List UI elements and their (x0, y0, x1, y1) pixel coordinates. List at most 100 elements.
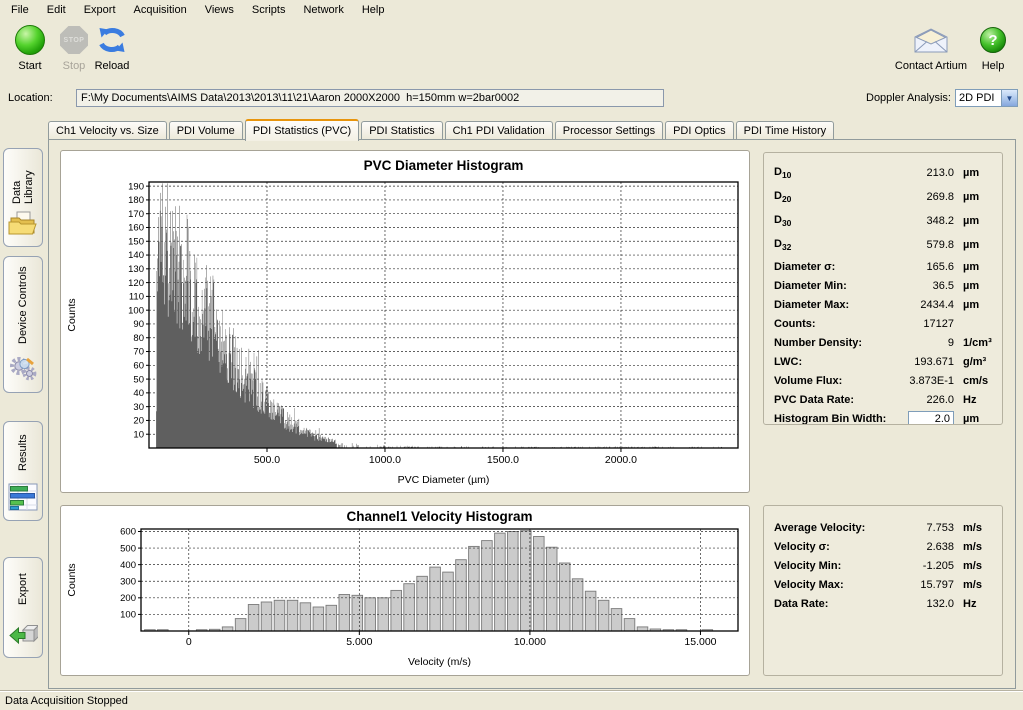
menu-item-scripts[interactable]: Scripts (243, 2, 295, 18)
sidebar-item-label: Results (17, 422, 29, 483)
doppler-analysis-value: 2D PDI (956, 92, 1001, 104)
chevron-down-icon[interactable]: ▼ (1001, 90, 1017, 106)
envelope-icon (913, 27, 949, 54)
stat-value: 9 (892, 337, 954, 349)
tab-pdi-volume[interactable]: PDI Volume (169, 121, 243, 140)
stat-unit: m/s (954, 522, 994, 534)
svg-text:70: 70 (133, 347, 144, 358)
stats-row: D20269.8µm (774, 185, 994, 209)
stat-value: 2.638 (892, 541, 954, 553)
stat-unit: µm (954, 261, 994, 273)
stat-label: Number Density: (774, 337, 892, 349)
stats-row: Velocity Max:15.797m/s (774, 575, 994, 594)
svg-text:100: 100 (120, 610, 136, 621)
location-input[interactable] (76, 89, 664, 107)
sidebar-item-device-controls[interactable]: Device Controls (3, 256, 43, 393)
tab-ch1-velocity-vs-size[interactable]: Ch1 Velocity vs. Size (48, 121, 167, 140)
sidebar-item-export[interactable]: Export (3, 557, 43, 658)
stats-row: Velocity Min:-1.205m/s (774, 556, 994, 575)
help-button[interactable]: ? Help (973, 23, 1013, 72)
stats-row: Diameter Min:36.5µm (774, 276, 994, 295)
stats-row: Average Velocity:7.753m/s (774, 518, 994, 537)
svg-text:20: 20 (133, 416, 144, 427)
sidebar-item-label: Export (17, 558, 29, 621)
tab-strip: Ch1 Velocity vs. SizePDI VolumePDI Stati… (48, 118, 1017, 140)
stat-label: Diameter Max: (774, 299, 892, 311)
svg-text:2000.0: 2000.0 (605, 454, 637, 466)
stat-value: 17127 (892, 318, 954, 330)
stat-label: LWC: (774, 356, 892, 368)
stat-unit: Hz (954, 394, 994, 406)
menu-item-edit[interactable]: Edit (38, 2, 75, 18)
stat-value: 269.8 (892, 191, 954, 203)
stat-label: Counts: (774, 318, 892, 330)
stat-label: Data Rate: (774, 598, 892, 610)
stat-label: Velocity Max: (774, 579, 892, 591)
svg-text:600: 600 (120, 527, 136, 538)
stats-row: Velocity σ:2.638m/s (774, 537, 994, 556)
stat-unit: µm (954, 191, 994, 203)
svg-text:PVC Diameter (µm): PVC Diameter (µm) (398, 474, 490, 486)
menu-item-acquisition[interactable]: Acquisition (125, 2, 196, 18)
stats-row: Data Rate:132.0Hz (774, 594, 994, 613)
stat-label: D20 (774, 190, 892, 204)
tab-pdi-time-history[interactable]: PDI Time History (736, 121, 835, 140)
svg-text:110: 110 (129, 292, 144, 303)
start-button[interactable]: Start (6, 23, 54, 72)
svg-text:150: 150 (128, 236, 144, 247)
histogram-bin-width-input[interactable] (908, 411, 954, 426)
tab-processor-settings[interactable]: Processor Settings (555, 121, 663, 140)
reload-icon (96, 25, 128, 55)
stats-row: Volume Flux:3.873E-1cm/s (774, 371, 994, 390)
app-window: FileEditExportAcquisitionViewsScriptsNet… (0, 0, 1023, 710)
sidebar-item-data-library[interactable]: Data Library (3, 148, 43, 247)
menu-item-file[interactable]: File (2, 2, 38, 18)
stat-value: 36.5 (892, 280, 954, 292)
svg-text:Channel1 Velocity Histogram: Channel1 Velocity Histogram (346, 509, 532, 524)
stat-unit: m/s (954, 541, 994, 553)
svg-text:500: 500 (120, 543, 136, 554)
folder-icon (8, 210, 38, 240)
svg-text:500.0: 500.0 (254, 454, 280, 466)
tab-pdi-statistics-pvc[interactable]: PDI Statistics (PVC) (245, 119, 359, 141)
stop-icon: STOP (60, 26, 88, 54)
stat-value: 213.0 (892, 167, 954, 179)
svg-text:200: 200 (120, 593, 136, 604)
sidebar-item-results[interactable]: Results (3, 421, 43, 521)
stat-value: 7.753 (892, 522, 954, 534)
tab-ch1-pdi-validation[interactable]: Ch1 PDI Validation (445, 121, 553, 140)
pvc-diameter-histogram-chart: 1020304050607080901001101201301401501601… (61, 151, 749, 492)
velocity-histogram-chart: 10020030040050060005.00010.00015.000Chan… (61, 506, 749, 675)
bar-chart-icon (8, 483, 38, 514)
menu-item-views[interactable]: Views (196, 2, 243, 18)
stat-value: -1.205 (892, 560, 954, 572)
menu-item-network[interactable]: Network (294, 2, 352, 18)
svg-text:140: 140 (128, 250, 144, 261)
contact-artium-button[interactable]: Contact Artium (892, 23, 970, 72)
doppler-analysis-select[interactable]: 2D PDI ▼ (955, 89, 1018, 107)
svg-text:300: 300 (120, 576, 136, 587)
sidebar-item-label: Device Controls (17, 257, 29, 353)
question-icon: ? (980, 27, 1006, 53)
stat-unit: m/s (954, 560, 994, 572)
reload-button[interactable]: Reload (88, 23, 136, 72)
tab-pdi-statistics[interactable]: PDI Statistics (361, 121, 442, 140)
stat-unit: g/m³ (954, 356, 994, 368)
location-label: Location: (8, 92, 53, 104)
svg-text:5.000: 5.000 (346, 636, 372, 648)
start-icon (15, 25, 45, 55)
tab-pdi-optics[interactable]: PDI Optics (665, 121, 734, 140)
velocity-stats-panel: Average Velocity:7.753m/sVelocity σ:2.63… (763, 505, 1003, 676)
stats-row: Number Density:91/cm³ (774, 333, 994, 352)
svg-text:80: 80 (133, 333, 144, 344)
menu-item-help[interactable]: Help (353, 2, 394, 18)
svg-text:30: 30 (133, 402, 144, 413)
menu-item-export[interactable]: Export (75, 2, 125, 18)
stats-row: D30348.2µm (774, 209, 994, 233)
svg-text:PVC Diameter Histogram: PVC Diameter Histogram (364, 158, 524, 173)
svg-text:10: 10 (133, 429, 144, 440)
doppler-analysis-label: Doppler Analysis: (866, 92, 951, 104)
stats-row: D10213.0µm (774, 161, 994, 185)
svg-text:100: 100 (128, 305, 144, 316)
stat-value: 132.0 (892, 598, 954, 610)
